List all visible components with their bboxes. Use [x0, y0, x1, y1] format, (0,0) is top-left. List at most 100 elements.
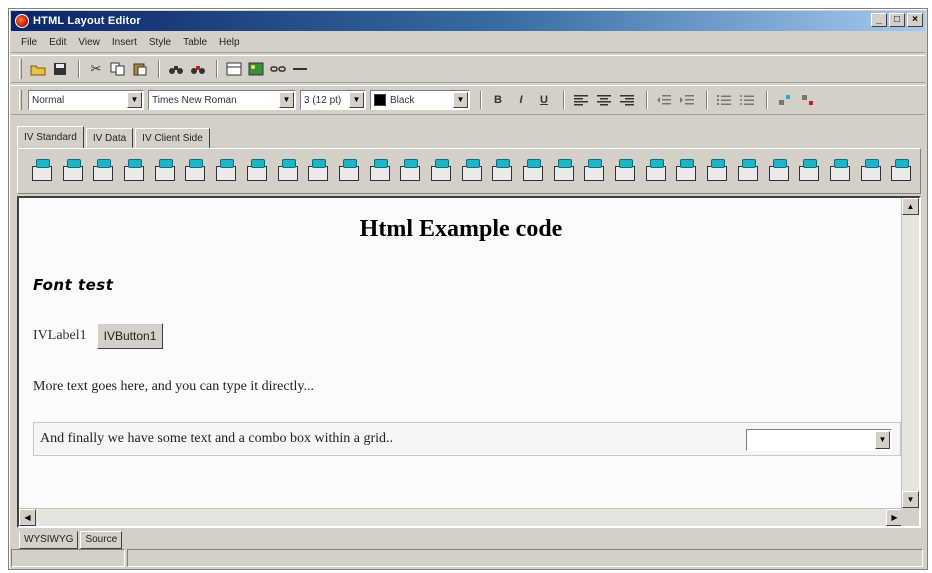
close-button[interactable]: ×: [907, 13, 923, 27]
component-26-icon[interactable]: [797, 158, 823, 184]
component-4-icon[interactable]: [122, 158, 148, 184]
scroll-up-icon[interactable]: ▲: [902, 198, 919, 215]
align-left-icon[interactable]: [571, 90, 591, 110]
chevron-down-icon[interactable]: ▼: [279, 92, 294, 108]
maximize-button[interactable]: □: [889, 13, 905, 27]
menu-insert[interactable]: Insert: [106, 37, 143, 48]
toolbar-separator: [706, 91, 708, 109]
iv-label[interactable]: IVLabel1: [33, 328, 87, 344]
status-pane: [127, 549, 923, 567]
toolbar-separator: [646, 91, 648, 109]
minimize-button[interactable]: _: [871, 13, 887, 27]
component-16-icon[interactable]: [490, 158, 516, 184]
document-heading: Html Example code: [359, 216, 563, 242]
component-2-icon[interactable]: [61, 158, 87, 184]
paste-icon[interactable]: [130, 59, 150, 79]
component-1-icon[interactable]: [30, 158, 56, 184]
paragraph-style-select[interactable]: Normal ▼: [28, 90, 144, 110]
indent-icon[interactable]: [677, 90, 697, 110]
component-27-icon[interactable]: [828, 158, 854, 184]
toolbar-grip[interactable]: [19, 90, 22, 110]
grid-combo-box[interactable]: ▼: [746, 429, 892, 451]
align-right-icon[interactable]: [617, 90, 637, 110]
cut-icon[interactable]: ✂: [86, 59, 106, 79]
component-19-icon[interactable]: [582, 158, 608, 184]
component-18-icon[interactable]: [552, 158, 578, 184]
component-25-icon[interactable]: [767, 158, 793, 184]
copy-icon[interactable]: [108, 59, 128, 79]
numbered-list-icon[interactable]: [714, 90, 734, 110]
component-17-icon[interactable]: [521, 158, 547, 184]
document-area[interactable]: Html Example code Font test IVLabel1 IVB…: [19, 198, 903, 508]
component-7-icon[interactable]: [214, 158, 240, 184]
align-center-icon[interactable]: [594, 90, 614, 110]
menu-file[interactable]: File: [15, 37, 43, 48]
toolbar-separator: [216, 60, 218, 78]
font-size-select[interactable]: 3 (12 pt) ▼: [300, 90, 366, 110]
menu-style[interactable]: Style: [143, 37, 177, 48]
bullet-list-icon[interactable]: [737, 90, 757, 110]
table-icon[interactable]: [224, 59, 244, 79]
status-bar: [11, 549, 925, 567]
menu-edit[interactable]: Edit: [43, 37, 72, 48]
tab-wysiwyg[interactable]: WYSIWYG: [19, 531, 79, 549]
component-3-icon[interactable]: [91, 158, 117, 184]
menu-help[interactable]: Help: [213, 37, 246, 48]
italic-button[interactable]: I: [511, 90, 531, 110]
component-8-icon[interactable]: [245, 158, 271, 184]
component-23-icon[interactable]: [705, 158, 731, 184]
layout-grid[interactable]: And finally we have some text and a comb…: [33, 422, 901, 456]
font-face-select[interactable]: Times New Roman ▼: [148, 90, 296, 110]
chevron-down-icon[interactable]: ▼: [453, 92, 468, 108]
save-icon[interactable]: [50, 59, 70, 79]
component-12-icon[interactable]: [368, 158, 394, 184]
tab-iv-client-side[interactable]: IV Client Side: [135, 128, 210, 148]
component-28-icon[interactable]: [859, 158, 885, 184]
superscript-icon[interactable]: [774, 90, 794, 110]
link-icon[interactable]: [268, 59, 288, 79]
chevron-down-icon[interactable]: ▼: [127, 92, 142, 108]
tab-iv-standard[interactable]: IV Standard: [17, 126, 84, 149]
component-9-icon[interactable]: [276, 158, 302, 184]
component-29-icon[interactable]: [889, 158, 915, 184]
image-icon[interactable]: [246, 59, 266, 79]
component-21-icon[interactable]: [644, 158, 670, 184]
underline-button[interactable]: U: [534, 90, 554, 110]
wysiwyg-editor[interactable]: Html Example code Font test IVLabel1 IVB…: [17, 196, 921, 528]
component-15-icon[interactable]: [460, 158, 486, 184]
replace-icon[interactable]: [188, 59, 208, 79]
component-13-icon[interactable]: [398, 158, 424, 184]
view-tabs: WYSIWYG Source: [19, 531, 124, 549]
open-icon[interactable]: [28, 59, 48, 79]
horizontal-scrollbar[interactable]: ◀ ▶: [19, 508, 903, 526]
component-6-icon[interactable]: [183, 158, 209, 184]
scroll-down-icon[interactable]: ▼: [902, 491, 919, 508]
title-bar[interactable]: HTML Layout Editor _ □ ×: [11, 11, 925, 31]
tab-iv-data[interactable]: IV Data: [85, 128, 134, 148]
scroll-left-icon[interactable]: ◀: [19, 509, 36, 526]
component-22-icon[interactable]: [674, 158, 700, 184]
component-11-icon[interactable]: [337, 158, 363, 184]
component-14-icon[interactable]: [429, 158, 455, 184]
chevron-down-icon[interactable]: ▼: [349, 92, 364, 108]
size-grip[interactable]: [901, 508, 919, 526]
app-logo-icon: [15, 14, 29, 28]
find-icon[interactable]: [166, 59, 186, 79]
iv-button[interactable]: IVButton1: [96, 323, 164, 349]
bold-button[interactable]: B: [488, 90, 508, 110]
vertical-scrollbar[interactable]: ▲ ▼: [901, 198, 919, 508]
component-24-icon[interactable]: [736, 158, 762, 184]
component-10-icon[interactable]: [306, 158, 332, 184]
font-color-select[interactable]: Black ▼: [370, 90, 470, 110]
chevron-down-icon[interactable]: ▼: [875, 431, 890, 449]
outdent-icon[interactable]: [654, 90, 674, 110]
tab-source[interactable]: Source: [80, 531, 123, 549]
toolbar-grip[interactable]: [19, 59, 22, 79]
component-5-icon[interactable]: [153, 158, 179, 184]
menu-view[interactable]: View: [72, 37, 106, 48]
menu-table[interactable]: Table: [177, 37, 213, 48]
component-20-icon[interactable]: [613, 158, 639, 184]
body-text: More text goes here, and you can type it…: [33, 379, 314, 394]
subscript-icon[interactable]: [797, 90, 817, 110]
horizontal-rule-icon[interactable]: [290, 59, 310, 79]
